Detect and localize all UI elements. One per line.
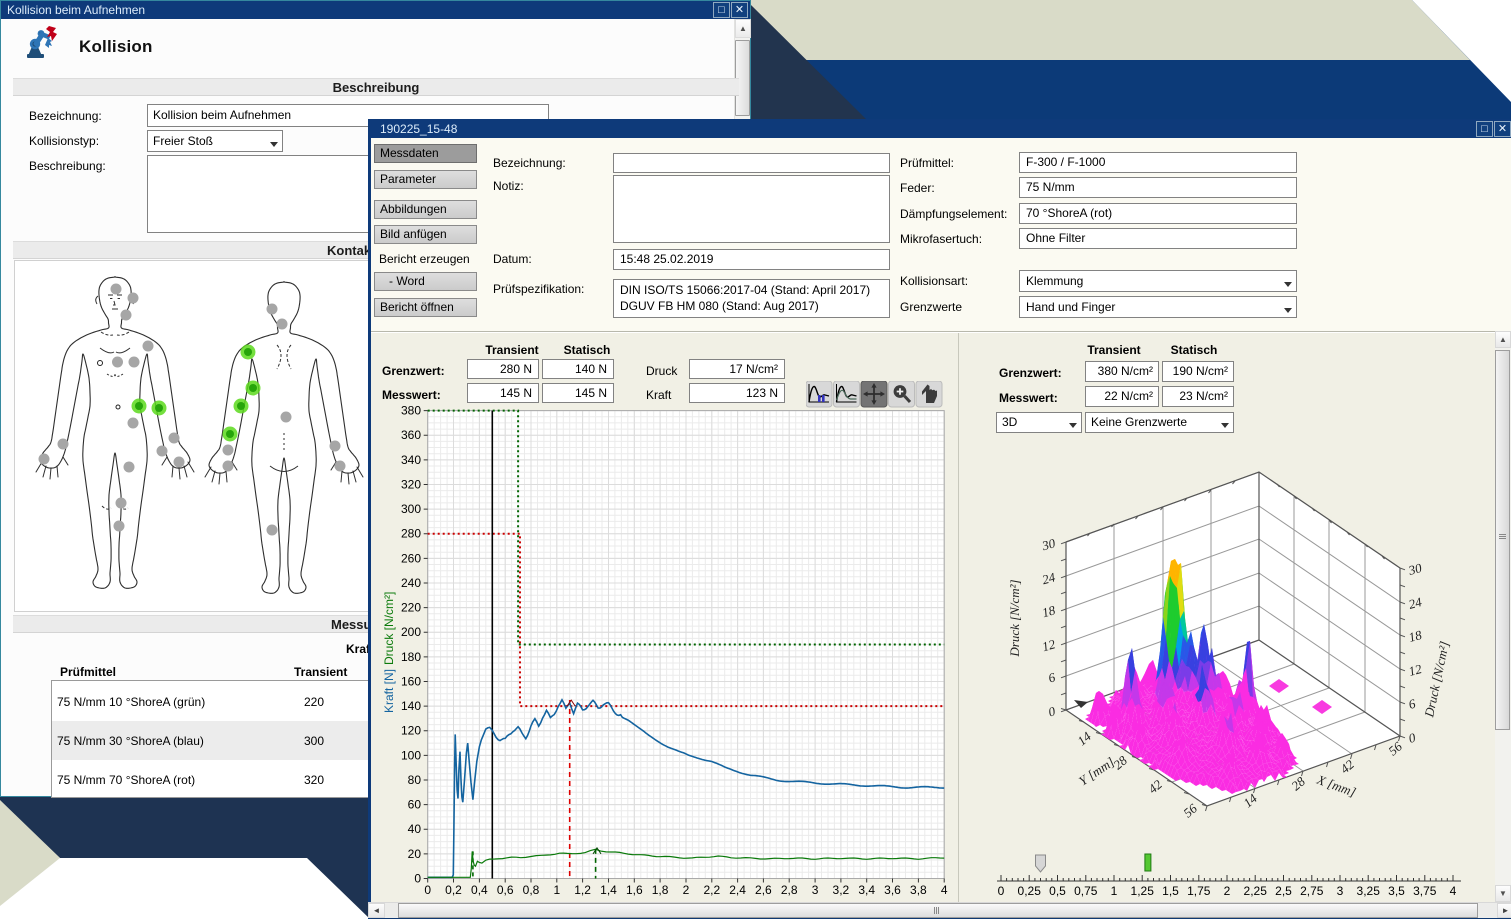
svg-text:140: 140 (401, 699, 421, 713)
svg-text:80: 80 (408, 773, 422, 787)
svg-text:1,4: 1,4 (600, 883, 617, 897)
svg-text:3,8: 3,8 (910, 883, 927, 897)
svg-text:320: 320 (401, 478, 421, 492)
svg-text:0,4: 0,4 (471, 883, 488, 897)
svg-text:0,6: 0,6 (497, 883, 514, 897)
svg-text:2,4: 2,4 (729, 883, 746, 897)
svg-text:2,25: 2,25 (1244, 884, 1268, 898)
svg-text:20: 20 (408, 847, 422, 861)
svg-text:24: 24 (1040, 569, 1057, 587)
svg-text:1,25: 1,25 (1131, 884, 1155, 898)
svg-text:X [mm]: X [mm] (1314, 772, 1358, 800)
svg-text:1: 1 (1111, 884, 1118, 898)
svg-text:3,5: 3,5 (1388, 884, 1405, 898)
svg-text:0,8: 0,8 (523, 883, 540, 897)
svg-text:160: 160 (401, 675, 421, 689)
svg-text:56: 56 (1180, 800, 1200, 820)
svg-text:120: 120 (401, 724, 421, 738)
svg-text:260: 260 (401, 551, 421, 565)
svg-text:30: 30 (1039, 535, 1057, 553)
svg-text:380: 380 (401, 404, 421, 418)
svg-text:0,25: 0,25 (1018, 884, 1042, 898)
svg-text:1,5: 1,5 (1162, 884, 1179, 898)
svg-text:340: 340 (401, 453, 421, 467)
svg-text:0: 0 (1047, 703, 1058, 719)
svg-text:18: 18 (1407, 627, 1424, 645)
svg-text:360: 360 (401, 428, 421, 442)
svg-text:12: 12 (1040, 636, 1057, 654)
svg-text:18: 18 (1040, 602, 1057, 620)
svg-text:240: 240 (401, 576, 421, 590)
svg-text:280: 280 (401, 527, 421, 541)
svg-text:200: 200 (401, 625, 421, 639)
svg-text:2,6: 2,6 (755, 883, 772, 897)
svg-text:42: 42 (1145, 776, 1165, 796)
svg-text:2,8: 2,8 (781, 883, 798, 897)
svg-text:2: 2 (1224, 884, 1231, 898)
svg-text:40: 40 (408, 822, 422, 836)
svg-text:3: 3 (1337, 884, 1344, 898)
svg-text:1,8: 1,8 (652, 883, 669, 897)
svg-text:56: 56 (1385, 738, 1405, 758)
svg-text:4: 4 (941, 883, 948, 897)
svg-text:1,75: 1,75 (1187, 884, 1211, 898)
svg-text:1,2: 1,2 (574, 883, 591, 897)
svg-text:0: 0 (414, 872, 421, 886)
svg-text:28: 28 (1288, 773, 1308, 793)
svg-text:1: 1 (553, 883, 560, 897)
svg-text:Druck [N/cm²]: Druck [N/cm²] (1421, 640, 1452, 720)
svg-text:Druck [N/cm²]: Druck [N/cm²] (382, 592, 396, 665)
svg-text:300: 300 (401, 502, 421, 516)
svg-text:0,2: 0,2 (445, 883, 462, 897)
svg-text:0: 0 (424, 883, 431, 897)
svg-text:2,75: 2,75 (1300, 884, 1324, 898)
svg-text:2,2: 2,2 (703, 883, 720, 897)
svg-text:6: 6 (1407, 696, 1418, 712)
svg-text:6: 6 (1047, 669, 1058, 685)
svg-text:30: 30 (1406, 560, 1424, 578)
svg-text:3,2: 3,2 (833, 883, 850, 897)
svg-text:4: 4 (1450, 884, 1457, 898)
svg-text:3,6: 3,6 (884, 883, 901, 897)
svg-text:42: 42 (1337, 756, 1357, 776)
svg-text:12: 12 (1407, 661, 1424, 679)
svg-text:2,5: 2,5 (1275, 884, 1292, 898)
svg-text:180: 180 (401, 650, 421, 664)
svg-text:3,25: 3,25 (1357, 884, 1381, 898)
svg-text:60: 60 (408, 798, 422, 812)
svg-text:1,6: 1,6 (626, 883, 643, 897)
svg-text:220: 220 (401, 601, 421, 615)
svg-text:Y [mm]: Y [mm] (1076, 754, 1117, 788)
svg-text:24: 24 (1407, 594, 1424, 612)
svg-text:Druck [N/cm²]: Druck [N/cm²] (1007, 579, 1022, 657)
svg-text:0,5: 0,5 (1049, 884, 1066, 898)
svg-text:0,75: 0,75 (1074, 884, 1098, 898)
svg-text:Kraft [N]: Kraft [N] (382, 669, 396, 713)
svg-text:100: 100 (401, 748, 421, 762)
svg-text:2: 2 (683, 883, 690, 897)
svg-text:0: 0 (998, 884, 1005, 898)
svg-text:3,75: 3,75 (1413, 884, 1437, 898)
svg-text:0: 0 (1407, 730, 1418, 746)
svg-text:3,4: 3,4 (858, 883, 875, 897)
svg-text:3: 3 (812, 883, 819, 897)
svg-text:14: 14 (1074, 728, 1094, 748)
